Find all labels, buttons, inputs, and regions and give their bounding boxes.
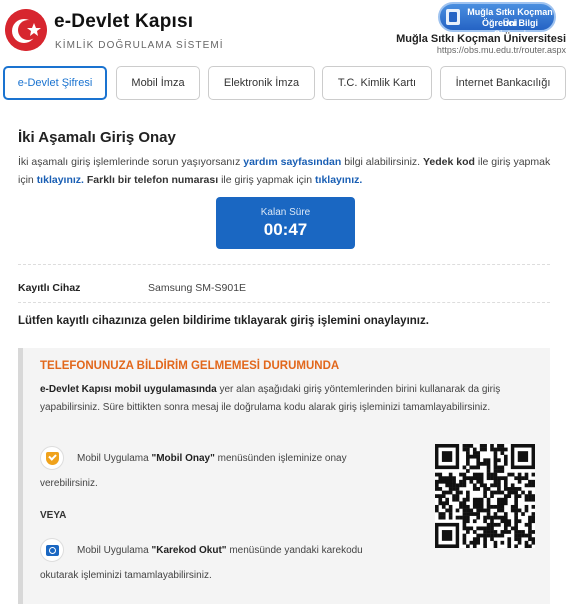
shield-check-icon <box>40 446 64 470</box>
timer-label: Kalan Süre <box>260 207 311 218</box>
help-page-link[interactable]: yardım sayfasından <box>243 156 341 168</box>
info-box-text: e-Devlet Kapısı mobil uygulamasında yer … <box>40 381 540 417</box>
university-url: https://obs.mu.edu.tr/router.aspx <box>436 45 566 55</box>
device-label: Kayıtlı Cihaz <box>18 282 81 294</box>
tab-internet-bankaciligi[interactable]: İnternet Bankacılığı <box>440 66 566 100</box>
different-phone-label: Farklı bir telefon numarası <box>83 174 219 186</box>
university-badge[interactable]: Muğla Sıtkı Koçman Üni Öğrenci Bilgi Sis… <box>438 2 556 39</box>
tab-e-devlet-sifresi[interactable]: e-Devlet Şifresi <box>3 66 107 100</box>
confirm-instruction: Lütfen kayıtlı cihazınıza gelen bildirim… <box>18 315 429 327</box>
option-mobil-onay-line1: Mobil Uygulama "Mobil Onay" menüsünden i… <box>77 453 347 464</box>
device-value: Samsung SM-S901E <box>148 282 247 294</box>
option-karekod-line1: Mobil Uygulama "Karekod Okut" menüsünde … <box>77 545 363 556</box>
option-karekod-line2: okutarak işleminizi tamamlayabilirsiniz. <box>40 570 212 581</box>
site-title: e-Devlet Kapısı <box>54 11 194 32</box>
backup-code-label: Yedek kod <box>423 156 475 168</box>
site-header: e-Devlet Kapısı KİMLİK DOĞRULAMA SİSTEMİ… <box>0 0 566 62</box>
qr-code-image <box>435 444 536 549</box>
intro-part-1: İki aşamalı giriş işlemlerinde sorun yaş… <box>18 156 244 168</box>
camera-icon <box>40 538 64 562</box>
divider <box>18 264 550 265</box>
e-devlet-logo-icon[interactable] <box>5 9 47 51</box>
remaining-time-box: Kalan Süre 00:47 <box>216 197 355 249</box>
backup-code-link[interactable]: tıklayınız. <box>37 174 84 186</box>
timer-value: 00:47 <box>263 220 308 239</box>
info-box-title: TELEFONUNUZA BİLDİRİM GELMEMESİ DURUMUND… <box>40 360 340 372</box>
university-logo-icon <box>446 9 460 25</box>
intro-part-2: bilgi alabilirsiniz. <box>341 156 423 168</box>
divider <box>18 302 550 303</box>
site-subtitle: KİMLİK DOĞRULAMA SİSTEMİ <box>55 40 224 51</box>
university-name: Muğla Sıtkı Koçman Üniversitesi <box>396 33 566 45</box>
tab-elektronik-imza[interactable]: Elektronik İmza <box>208 66 315 100</box>
tab-tc-kimlik-karti[interactable]: T.C. Kimlik Kartı <box>322 66 432 100</box>
intro-part-5: ile giriş yapmak için <box>218 174 316 186</box>
intro-text: İki aşamalı giriş işlemlerinde sorun yaş… <box>18 153 558 189</box>
info-box-bold: e-Devlet Kapısı mobil uygulamasında <box>40 384 217 395</box>
tab-mobil-imza[interactable]: Mobil İmza <box>116 66 200 100</box>
different-phone-link[interactable]: tıklayınız. <box>315 174 362 186</box>
option-mobil-onay-line2: verebilirsiniz. <box>40 478 98 489</box>
no-notification-info-box: TELEFONUNUZA BİLDİRİM GELMEMESİ DURUMUND… <box>18 348 550 604</box>
or-separator: VEYA <box>40 510 67 521</box>
login-method-tabs: e-Devlet Şifresi Mobil İmza Elektronik İ… <box>0 66 566 102</box>
page-title: İki Aşamalı Giriş Onay <box>18 129 176 146</box>
